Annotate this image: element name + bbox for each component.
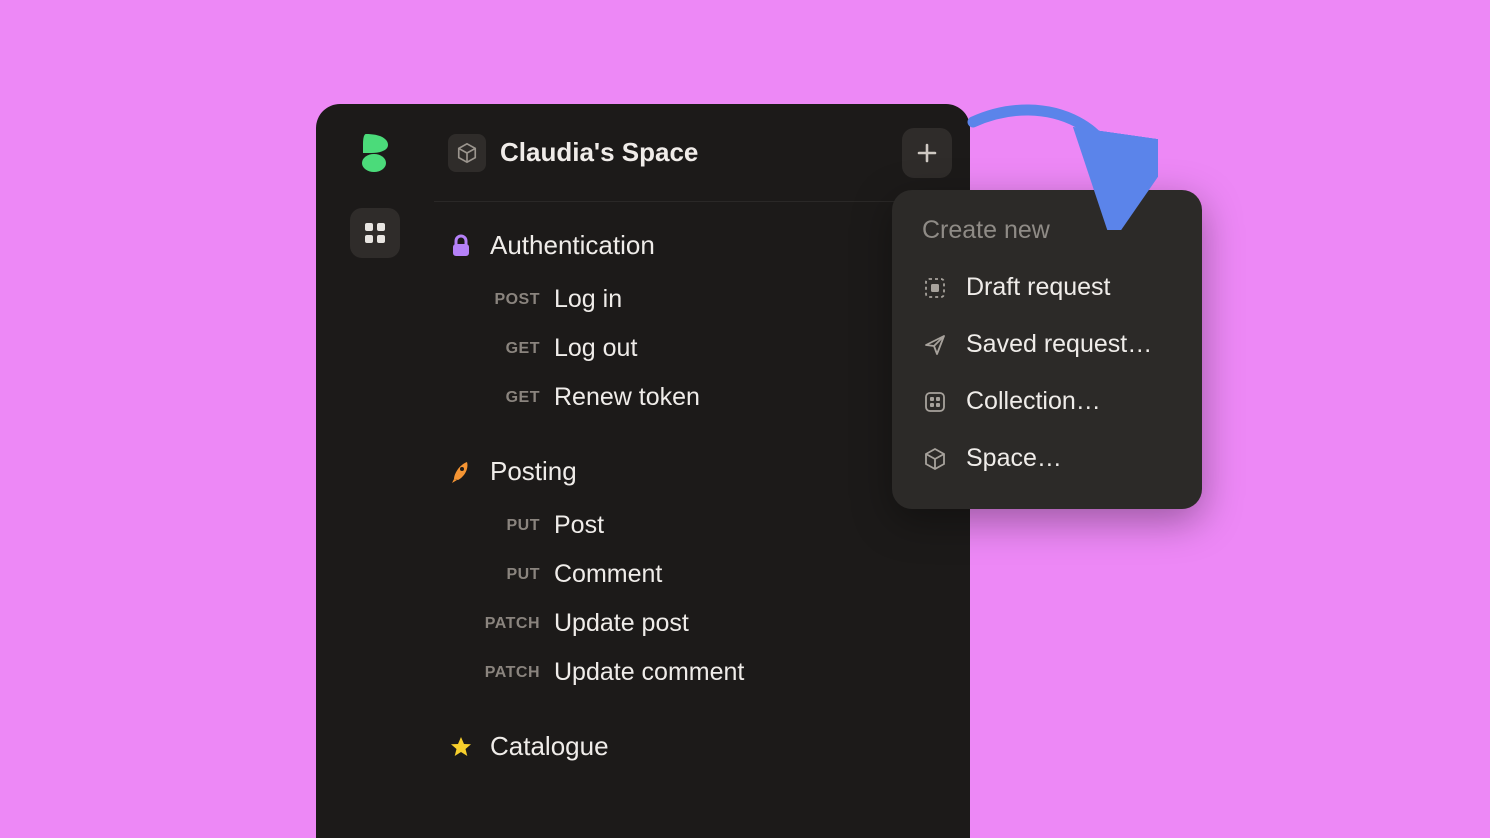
method-label: POST (448, 291, 540, 309)
request-row[interactable]: PATCH Update comment (448, 648, 956, 697)
left-rail (316, 104, 434, 838)
popover-item-collection[interactable]: Collection… (892, 373, 1202, 430)
popover-item-draft-request[interactable]: Draft request (892, 259, 1202, 316)
method-label: PATCH (448, 615, 540, 633)
collection-catalogue: Catalogue (448, 727, 956, 766)
request-row[interactable]: PUT Post (448, 501, 956, 550)
collection-title: Posting (490, 456, 577, 487)
popover-item-label: Saved request… (966, 330, 1152, 359)
lock-icon (448, 233, 474, 259)
method-label: PATCH (448, 664, 540, 682)
collection-icon (922, 389, 948, 415)
collection-header[interactable]: Posting (448, 452, 956, 491)
grid-icon (363, 221, 387, 245)
collection-header[interactable]: Authentication (448, 226, 956, 265)
request-name: Renew token (554, 383, 700, 412)
popover-heading: Create new (892, 212, 1202, 259)
send-icon (922, 332, 948, 358)
request-name: Comment (554, 560, 662, 589)
popover-item-label: Space… (966, 444, 1062, 473)
popover-item-label: Draft request (966, 273, 1111, 302)
collection-posting: Posting PUT Post PUT Comment PATCH Updat… (448, 452, 956, 697)
method-label: GET (448, 389, 540, 407)
collection-header[interactable]: Catalogue (448, 727, 956, 766)
space-selector[interactable]: Claudia's Space (448, 134, 698, 172)
popover-item-saved-request[interactable]: Saved request… (892, 316, 1202, 373)
create-new-button[interactable] (902, 128, 952, 178)
collection-authentication: Authentication POST Log in GET Log out G… (448, 226, 956, 422)
request-name: Update post (554, 609, 689, 638)
method-label: PUT (448, 566, 540, 584)
apps-button[interactable] (350, 208, 400, 258)
collection-title: Authentication (490, 230, 655, 261)
app-logo (356, 130, 394, 174)
draft-icon (922, 275, 948, 301)
request-row[interactable]: PUT Comment (448, 550, 956, 599)
space-title: Claudia's Space (500, 137, 698, 168)
request-name: Log in (554, 285, 622, 314)
collection-title: Catalogue (490, 731, 609, 762)
cube-icon (922, 446, 948, 472)
method-label: GET (448, 340, 540, 358)
collections-list: Authentication POST Log in GET Log out G… (434, 202, 970, 796)
app-window: Claudia's Space (316, 104, 970, 838)
request-row[interactable]: GET Log out (448, 324, 956, 373)
request-name: Update comment (554, 658, 744, 687)
method-label: PUT (448, 517, 540, 535)
popover-item-label: Collection… (966, 387, 1101, 416)
plus-icon (915, 141, 939, 165)
header-bar: Claudia's Space (434, 104, 970, 202)
rocket-icon (448, 459, 474, 485)
request-row[interactable]: POST Log in (448, 275, 956, 324)
popover-item-space[interactable]: Space… (892, 430, 1202, 487)
request-row[interactable]: GET Renew token (448, 373, 956, 422)
star-icon (448, 734, 474, 760)
space-icon-box (448, 134, 486, 172)
request-row[interactable]: PATCH Update post (448, 599, 956, 648)
request-name: Post (554, 511, 604, 540)
create-new-popover: Create new Draft request Saved request… (892, 190, 1202, 509)
cube-icon (456, 142, 478, 164)
main-panel: Claudia's Space (434, 104, 970, 838)
request-name: Log out (554, 334, 637, 363)
